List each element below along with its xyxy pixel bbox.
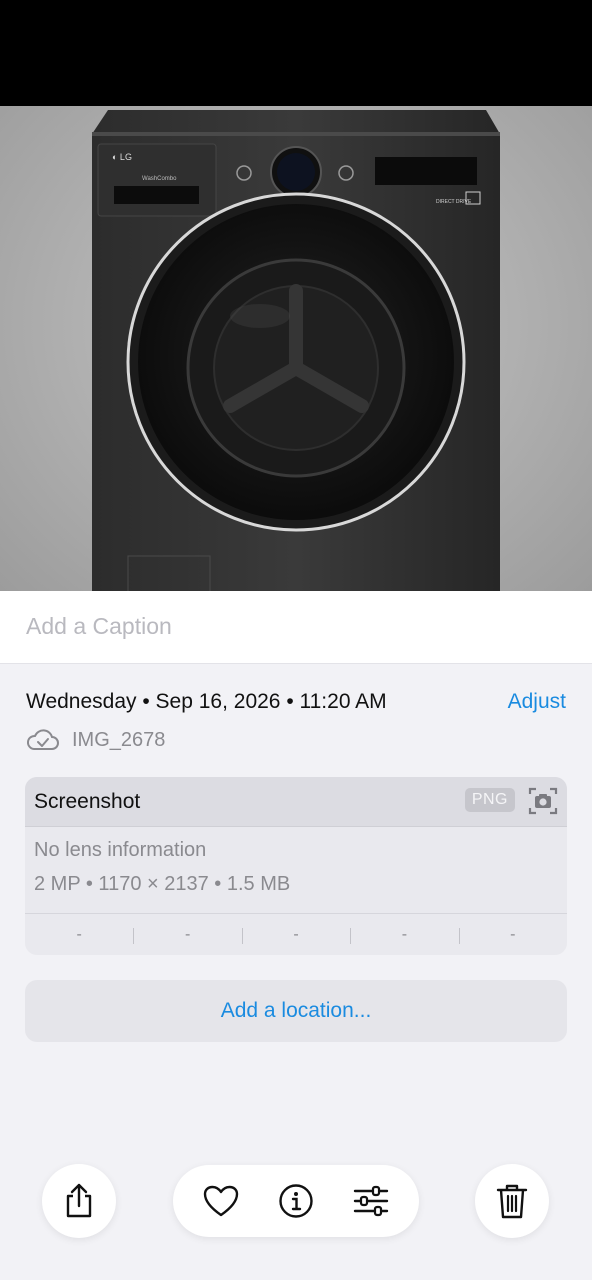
share-icon [66,1183,92,1218]
info-button[interactable] [276,1181,316,1221]
file-info-row: IMG_2678 [26,726,165,754]
photo-datetime: Wednesday • Sep 16, 2026 • 11:20 AM [26,690,387,713]
metadata-title: Screenshot [34,790,141,813]
metadata-card: Screenshot PNG No lens information 2 MP … [25,777,567,955]
edit-button[interactable] [351,1181,391,1221]
photo-preview[interactable]: ◐ LG WashCombo DIRECT DRIVE [0,106,592,591]
svg-text:◐ LG: ◐ LG [112,152,132,162]
icloud-check-icon [27,729,59,750]
exif-row: - - - - - [25,913,567,955]
trash-icon [496,1184,528,1219]
svg-text:WashCombo: WashCombo [142,176,177,182]
metadata-header: Screenshot PNG [25,777,567,827]
exif-ev: - [241,926,350,944]
exif-aperture: - [350,926,458,944]
caption-input[interactable]: Add a Caption [26,613,172,640]
info-icon [279,1184,313,1218]
screenshot-camera-icon [528,787,558,815]
heart-icon [203,1185,238,1217]
lens-info: No lens information [34,839,207,861]
adjust-datetime-button[interactable]: Adjust [508,690,566,714]
image-specs: 2 MP • 1170 × 2137 • 1.5 MB [34,873,291,895]
action-pill [173,1165,419,1237]
format-badge: PNG [464,788,515,812]
washer-image: ◐ LG WashCombo DIRECT DRIVE [92,110,500,591]
share-button[interactable] [42,1164,116,1238]
exif-iso: - [76,926,82,943]
sliders-icon [354,1185,389,1217]
favorite-button[interactable] [201,1181,241,1221]
file-name: IMG_2678 [72,728,166,751]
exif-focal-length: - [133,926,241,944]
add-location-button[interactable]: Add a location... [25,980,567,1042]
top-black-bar [0,0,592,106]
caption-field-area[interactable]: Add a Caption [0,591,592,664]
delete-button[interactable] [475,1164,549,1238]
exif-shutter: - [458,926,567,944]
